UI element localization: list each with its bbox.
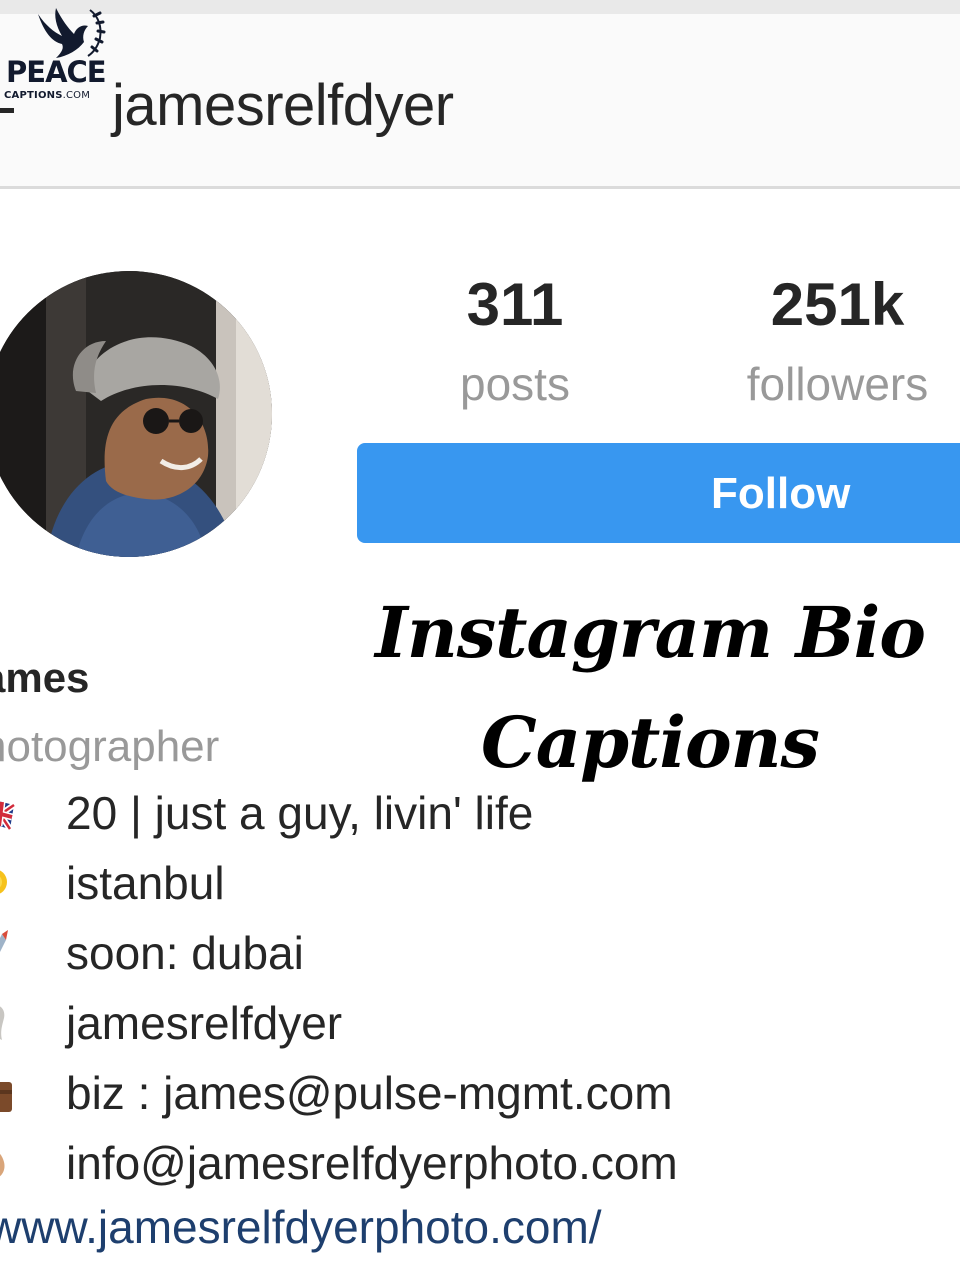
logo-captions-word: CAPTIONS — [4, 90, 63, 101]
bio-line-info-email: info@jamesrelfdyerphoto.com — [66, 1137, 678, 1189]
follow-button-label: Follow — [711, 469, 851, 518]
briefcase-icon — [0, 1082, 12, 1112]
overlay-title-line2: Captions — [481, 701, 820, 784]
bio-line-handle: jamesrelfdyer — [66, 997, 343, 1049]
profile-avatar[interactable] — [0, 271, 272, 557]
uk-flag-icon — [0, 801, 16, 831]
hand-icon — [0, 1153, 5, 1177]
followers-count: 251k — [770, 271, 905, 338]
bio-website-link[interactable]: www.jamesrelfdyerphoto.com/ — [0, 1200, 602, 1254]
overlay-title-line1: Instagram Bio — [375, 591, 926, 674]
stat-followers[interactable]: 251k followers — [715, 270, 960, 414]
logo-dotcom: .COM — [62, 90, 91, 101]
stat-posts[interactable]: 311 posts — [430, 270, 600, 414]
overlay-title: Instagram Bio Captions — [340, 578, 960, 798]
profile-header: jamesrelfdyer — [0, 14, 960, 189]
bio-role: hotographer — [0, 722, 220, 771]
bio-line-age: 20 | just a guy, livin' life — [66, 787, 534, 839]
header-username: jamesrelfdyer — [112, 73, 454, 138]
posts-label: posts — [460, 358, 570, 410]
bio-line-business-email: biz : james@pulse-mgmt.com — [66, 1067, 673, 1119]
followers-label: followers — [746, 358, 929, 410]
bio-line-next-city: soon: dubai — [66, 927, 304, 979]
avatar-photo — [0, 271, 272, 557]
top-strip — [0, 0, 960, 14]
ghost-icon — [0, 1006, 5, 1040]
follow-button[interactable]: Follow — [357, 443, 960, 543]
logo-peace-text: PEACE — [6, 55, 107, 89]
peace-captions-logo: PEACE CAPTIONS.COM — [0, 4, 140, 110]
bio-line-city: istanbul — [66, 857, 225, 909]
posts-count: 311 — [466, 271, 564, 338]
rocket-icon — [0, 930, 8, 952]
logo-captions-text: CAPTIONS.COM — [4, 91, 90, 101]
sun-icon — [0, 870, 7, 894]
bio-name: ames — [0, 654, 90, 701]
